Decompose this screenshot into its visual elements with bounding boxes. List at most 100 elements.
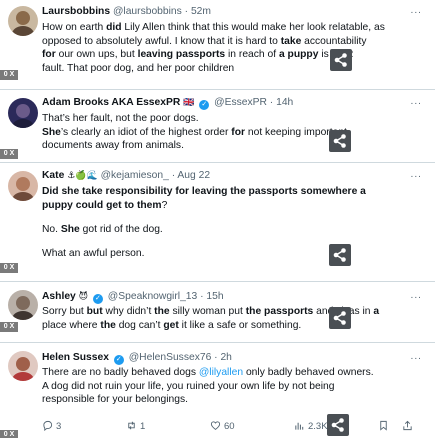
retweet-icon — [128, 421, 135, 430]
author-handle[interactable]: @HelenSussex76 — [129, 352, 212, 363]
text-segment: documents away from animals. — [42, 140, 184, 151]
text-segment: only badly behaved owners. — [243, 367, 374, 378]
bold-text: did — [106, 22, 122, 33]
tweet-time[interactable]: Aug 22 — [177, 170, 210, 181]
tweet-time[interactable]: 15h — [206, 291, 223, 302]
bold-text: the — [154, 306, 170, 317]
share-icon[interactable] — [330, 49, 352, 71]
bold-text: leaving passports — [137, 49, 226, 60]
tweet-line: responsible for your belongings. — [42, 393, 423, 407]
side-tag: 0 X — [0, 70, 18, 80]
avatar[interactable] — [8, 171, 38, 201]
share-button[interactable] — [402, 420, 416, 434]
text-segment: No. — [42, 223, 61, 235]
bold-text: take — [280, 35, 302, 47]
tweet-line: A dog did not ruin your life, you ruined… — [42, 380, 423, 394]
author-handle[interactable]: @EssexPR — [214, 97, 267, 108]
text-segment: it like a safe or something. — [178, 319, 302, 331]
verified-icon: ✓ — [113, 355, 124, 365]
bold-text: a puppy — [278, 49, 319, 60]
tweet-time[interactable]: 14h — [276, 97, 293, 108]
side-tag: 0 X — [0, 322, 18, 332]
more-options-icon[interactable]: ··· — [409, 293, 423, 304]
text-segment: ? — [161, 199, 168, 211]
tweet-line: How on earth did Lily Allen think that t… — [42, 21, 423, 35]
text-segment: in reach of — [225, 49, 279, 60]
text-segment: responsible for your belongings. — [42, 394, 188, 405]
bold-text: the passports — [245, 306, 314, 317]
bold-text: for — [231, 126, 246, 138]
heart-icon — [210, 421, 221, 431]
tweet-header: Adam Brooks AKA EssexPR 🇬🇧 ✓ @EssexPR · … — [42, 96, 409, 110]
like-button[interactable]: 60 — [210, 420, 235, 434]
share-icon[interactable] — [329, 244, 351, 266]
tweet-line: documents away from animals. — [42, 139, 423, 153]
author-handle[interactable]: @laursbobbins — [113, 6, 182, 17]
more-options-icon[interactable]: ··· — [409, 354, 423, 365]
views-button[interactable]: 2.3K — [294, 420, 328, 434]
views-count: 2.3K — [308, 421, 328, 432]
author-name[interactable]: Helen Sussex — [42, 352, 109, 363]
tweet-header: Kate ⚓🍏🌊 @kejamieson_ · Aug 22 — [42, 169, 409, 183]
tweet-text: That’s her fault, not the poor dogs. She’… — [42, 112, 423, 153]
tweet-line: Did she take responsibility for leaving … — [42, 185, 423, 199]
like-count: 60 — [224, 421, 235, 432]
tweet-header: Ashley 😈 ✓ @Speaknowgirl_13 · 15h — [42, 290, 409, 304]
more-options-icon[interactable]: ··· — [409, 99, 423, 110]
author-name[interactable]: Laursbobbins — [42, 6, 110, 17]
tweet-text: There are no badly behaved dogs @lilyall… — [42, 366, 423, 407]
tweet-2[interactable]: Adam Brooks AKA EssexPR 🇬🇧 ✓ @EssexPR · … — [0, 89, 435, 162]
tweet-text: Sorry but but why didn’t the silly woman… — [42, 305, 423, 332]
share-icon[interactable] — [329, 130, 351, 152]
tweet-3[interactable]: Kate ⚓🍏🌊 @kejamieson_ · Aug 22 ··· Did s… — [0, 162, 435, 277]
side-tag: 0 X — [0, 263, 18, 273]
tweet-line: No. She got rid of the dog. — [42, 223, 423, 237]
text-segment: A dog did not ruin your life, you ruined… — [42, 380, 335, 392]
side-tag: 0 X — [0, 149, 18, 159]
text-segment: silly woman put — [169, 306, 246, 317]
author-name[interactable]: Adam Brooks AKA EssexPR — [42, 97, 180, 108]
avatar[interactable] — [8, 98, 38, 128]
bookmark-button[interactable] — [378, 420, 392, 434]
share-icon[interactable] — [327, 414, 349, 436]
reply-button[interactable]: 3 — [42, 420, 61, 434]
reply-count: 3 — [56, 421, 62, 432]
text-segment: ’s clearly an idiot of the highest order — [60, 126, 232, 138]
author-name[interactable]: Kate — [42, 170, 64, 181]
tweet-line: fault. That poor dog, and her poor child… — [42, 62, 423, 76]
mention-link[interactable]: @lilyallen — [199, 367, 243, 378]
bold-text: Did she take responsibility for leaving … — [42, 186, 366, 197]
avatar[interactable] — [8, 290, 38, 320]
avatar[interactable] — [8, 6, 38, 36]
reply-icon — [43, 420, 53, 432]
tweet-header: Laursbobbins @laursbobbins · 52m — [42, 5, 409, 19]
bold-text: puppy could get to them — [42, 199, 162, 211]
more-options-icon[interactable]: ··· — [409, 8, 423, 19]
tweet-time[interactable]: 2h — [220, 352, 231, 363]
tweet-4[interactable]: Ashley 😈 ✓ @Speaknowgirl_13 · 15h ··· So… — [0, 281, 435, 339]
avatar[interactable] — [8, 351, 38, 381]
text-segment: place where — [42, 319, 101, 331]
retweet-button[interactable]: 1 — [126, 420, 145, 434]
name-emojis: 😈 — [78, 292, 89, 302]
author-handle[interactable]: @kejamieson_ — [101, 170, 169, 181]
author-name[interactable]: Ashley — [42, 291, 76, 302]
text-segment: fault. That poor dog, and her poor child… — [42, 62, 235, 74]
bold-text: for — [42, 49, 56, 60]
tweet-line: place where the dog can’t get it like a … — [42, 319, 423, 333]
tweet-time[interactable]: 52m — [191, 6, 211, 17]
verified-icon: ✓ — [92, 294, 103, 304]
more-options-icon[interactable]: ··· — [409, 172, 423, 183]
share-icon[interactable] — [329, 307, 351, 329]
tweet-line: puppy could get to them? — [42, 199, 423, 213]
bold-text: but — [86, 306, 103, 317]
name-separator: · — [266, 97, 277, 108]
author-handle[interactable]: @Speaknowgirl_13 — [108, 291, 197, 302]
tweet-1[interactable]: Laursbobbins @laursbobbins · 52m ··· How… — [0, 0, 435, 84]
bold-text: She — [60, 223, 80, 235]
text-segment: ups, but — [98, 49, 138, 60]
views-icon — [295, 422, 304, 430]
text-segment: our own — [55, 49, 99, 60]
